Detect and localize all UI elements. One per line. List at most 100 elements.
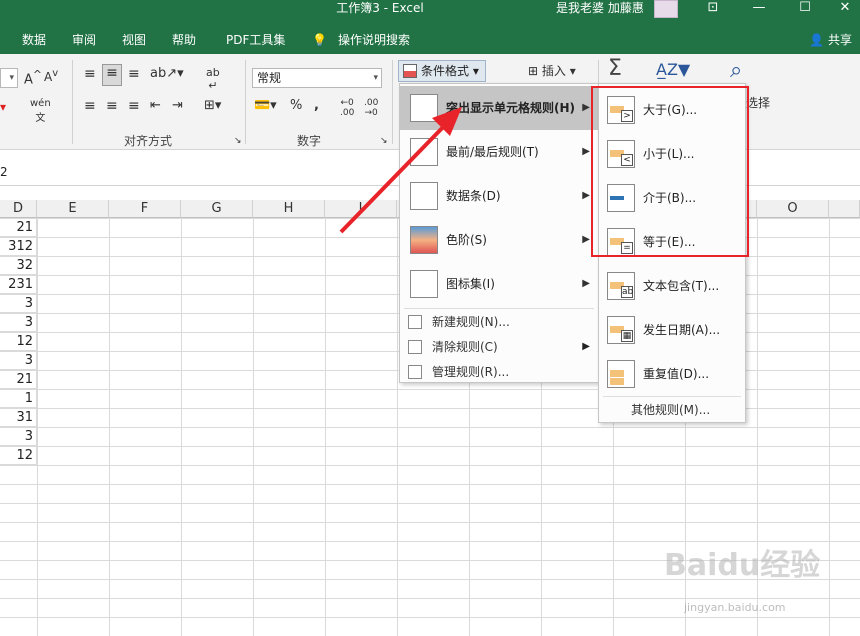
number-group-label: 数字 — [297, 134, 322, 148]
merge-center-icon[interactable]: ⊞▾ — [204, 98, 221, 113]
name-box[interactable]: 2 — [0, 165, 8, 179]
column-header-g[interactable]: G — [181, 200, 253, 218]
tab-review[interactable]: 审阅 — [72, 28, 96, 52]
insert-cells-button[interactable]: ⊞ 插入 ▾ — [528, 62, 576, 79]
align-bottom-icon[interactable]: ≡ — [128, 66, 140, 82]
maximize-button[interactable]: ☐ — [790, 0, 820, 18]
submenu-item-text-contains[interactable]: ab 文本包含(T)... — [599, 264, 745, 308]
decrease-indent-icon[interactable]: ⇤ — [150, 98, 161, 113]
align-top-icon[interactable]: ≡ — [84, 66, 96, 82]
submenu-item-more-rules[interactable]: 其他规则(M)... — [631, 398, 710, 422]
menu-item-color-scale[interactable]: 色阶(S) ▶ — [400, 218, 598, 262]
align-center-icon[interactable]: ≡ — [106, 98, 118, 114]
share-button[interactable]: 👤 共享 — [809, 28, 852, 52]
column-header-e[interactable]: E — [37, 200, 109, 218]
column-header-f[interactable]: F — [109, 200, 181, 218]
menu-item-manage-rules[interactable]: 管理规则(R)... — [400, 360, 598, 384]
font-size-combo[interactable]: ▾ — [0, 68, 18, 88]
menu-item-new-rule[interactable]: 新建规则(N)... — [400, 310, 598, 334]
increase-indent-icon[interactable]: ⇥ — [172, 98, 183, 113]
tell-me-search[interactable]: 操作说明搜索 — [338, 28, 410, 52]
phonetic-icon[interactable]: wén 文 — [30, 98, 51, 124]
menu-item-label: 最前/最后规则(T) — [446, 145, 539, 159]
decrease-decimal-icon[interactable]: .00 →0 — [364, 98, 378, 118]
data-bars-icon — [410, 182, 438, 210]
column-header-o[interactable]: O — [757, 200, 829, 218]
percent-button[interactable]: % — [290, 98, 302, 113]
cell-d[interactable]: 3 — [0, 294, 37, 313]
align-right-icon[interactable]: ≡ — [128, 98, 140, 114]
tab-help[interactable]: 帮助 — [172, 28, 196, 52]
align-middle-icon[interactable]: ≡ — [102, 64, 122, 86]
comma-button[interactable]: , — [314, 98, 319, 113]
minimize-button[interactable]: — — [744, 0, 774, 18]
cell-d[interactable]: 31 — [0, 408, 37, 427]
cell-d[interactable]: 21 — [0, 370, 37, 389]
menu-item-data-bars[interactable]: 数据条(D) ▶ — [400, 174, 598, 218]
text-contains-icon: ab — [607, 272, 635, 300]
close-button[interactable]: ✕ — [830, 0, 860, 18]
menu-item-top-bottom[interactable]: 最前/最后规则(T) ▶ — [400, 130, 598, 174]
chevron-right-icon: ▶ — [582, 341, 590, 352]
cell-d[interactable]: 32 — [0, 256, 37, 275]
chevron-right-icon: ▶ — [582, 278, 590, 289]
new-rule-icon — [408, 315, 422, 329]
decrease-font-icon[interactable]: Av — [44, 68, 58, 84]
annotation-highlight-box — [591, 86, 749, 257]
menu-separator — [603, 396, 741, 397]
dialog-launcher-icon[interactable]: ↘ — [234, 136, 242, 146]
dialog-launcher-icon[interactable]: ↘ — [380, 136, 388, 146]
tab-pdf-tools[interactable]: PDF工具集 — [226, 28, 285, 52]
menu-item-label: 数据条(D) — [446, 189, 501, 203]
cell-d[interactable]: 231 — [0, 275, 37, 294]
column-header-i[interactable]: I — [325, 200, 397, 218]
ribbon-display-button[interactable]: ⊡ — [698, 0, 728, 18]
chevron-right-icon: ▶ — [582, 190, 590, 201]
increase-decimal-icon[interactable]: ←0.00 — [340, 98, 354, 118]
cell-d[interactable]: 12 — [0, 446, 37, 465]
cell-d[interactable]: 1 — [0, 389, 37, 408]
menu-item-label: 清除规则(C) — [432, 340, 498, 354]
wrap-text-icon[interactable]: ab ↵ — [206, 66, 220, 92]
align-left-icon[interactable]: ≡ — [84, 98, 96, 114]
increase-font-icon[interactable]: A^ — [24, 68, 42, 87]
avatar[interactable] — [654, 0, 678, 18]
sort-filter-icon[interactable]: A̲Z▼ — [656, 60, 690, 79]
number-format-value: 常规 — [257, 71, 282, 85]
accounting-format-icon[interactable]: 💳▾ — [254, 98, 277, 113]
window-title: 工作簿3 - Excel — [336, 1, 424, 15]
cell-d[interactable]: 3 — [0, 313, 37, 332]
number-format-select[interactable]: 常规 ▾ — [252, 68, 382, 88]
column-header-d[interactable]: D — [0, 200, 37, 218]
chevron-right-icon: ▶ — [582, 102, 590, 113]
submenu-item-label: 文本包含(T)... — [643, 279, 720, 293]
column-header-h[interactable]: H — [253, 200, 325, 218]
find-select-label[interactable]: 选择 — [746, 94, 770, 111]
group-separator — [245, 60, 246, 144]
group-separator — [72, 60, 73, 144]
cell-d[interactable]: 21 — [0, 218, 37, 237]
column-header-p[interactable] — [829, 200, 860, 218]
alignment-group-label: 对齐方式 — [124, 134, 173, 148]
submenu-item-duplicate-values[interactable]: 重复值(D)... — [599, 352, 745, 396]
menu-item-clear-rule[interactable]: 清除规则(C) ▶ — [400, 335, 598, 359]
tab-view[interactable]: 视图 — [122, 28, 146, 52]
cell-d[interactable]: 3 — [0, 351, 37, 370]
autosum-icon[interactable]: Σ — [608, 56, 622, 81]
user-name[interactable]: 是我老婆 加藤惠 — [556, 0, 644, 16]
submenu-item-date-occurring[interactable]: ▦ 发生日期(A)... — [599, 308, 745, 352]
orientation-icon[interactable]: ab↗▾ — [150, 66, 184, 81]
title-bar: 工作簿3 - Excel 是我老婆 加藤惠 ⊡ — ☐ ✕ — [0, 0, 860, 28]
cell-d[interactable]: 312 — [0, 237, 37, 256]
cell-d[interactable]: 3 — [0, 427, 37, 446]
submenu-item-label: 发生日期(A)... — [643, 323, 721, 337]
find-select-icon[interactable]: ⌕ — [730, 58, 742, 83]
cell-d[interactable]: 12 — [0, 332, 37, 351]
menu-item-icon-sets[interactable]: 图标集(I) ▶ — [400, 262, 598, 306]
menu-item-label: 色阶(S) — [446, 233, 487, 247]
font-color-icon[interactable]: ▾ — [0, 100, 6, 114]
submenu-item-label: 重复值(D)... — [643, 367, 710, 381]
menu-item-highlight-cells[interactable]: 突出显示单元格规则(H) ▶ — [400, 86, 598, 130]
conditional-format-button[interactable]: 条件格式 ▾ — [398, 60, 486, 82]
tab-data[interactable]: 数据 — [22, 28, 46, 52]
